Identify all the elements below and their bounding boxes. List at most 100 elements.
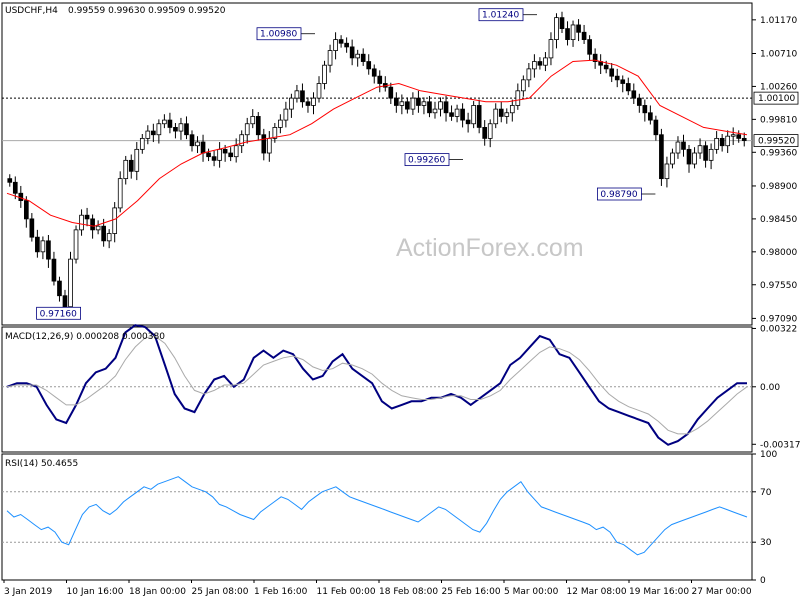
candle: [79, 209, 84, 236]
candle-body-down: [206, 152, 211, 158]
candle: [598, 54, 603, 74]
candle: [648, 105, 653, 125]
candle: [526, 63, 532, 88]
candle-body-up: [311, 97, 316, 106]
x-tick-label: 27 Mar 00:00: [692, 587, 752, 597]
candle: [664, 156, 670, 188]
candle-body-down: [653, 119, 659, 136]
candle-body-down: [559, 17, 565, 30]
x-tick-label: 1 Feb 16:00: [254, 587, 308, 597]
candle-body-up: [664, 163, 670, 180]
candle: [416, 90, 421, 113]
candle-body-up: [421, 101, 427, 106]
candle: [703, 141, 708, 168]
candle: [278, 114, 283, 134]
candle: [106, 229, 112, 249]
candle: [719, 133, 725, 152]
candle-body-up: [521, 79, 526, 92]
candle-body-up: [714, 137, 719, 150]
candle: [377, 70, 383, 93]
candle-body-up: [195, 141, 200, 147]
candle-body-down: [173, 127, 178, 132]
candle: [681, 134, 686, 157]
candle: [151, 123, 156, 143]
panel-frames: [1, 2, 753, 581]
x-tick-label: 18 Jan 00:00: [129, 587, 186, 597]
candle-body-up: [670, 152, 675, 165]
candle: [498, 101, 504, 123]
candle: [371, 64, 377, 84]
candle: [300, 83, 305, 108]
candle-body-down: [642, 105, 648, 114]
candle-body-up: [410, 97, 416, 110]
candle-body-up: [708, 148, 714, 161]
candle: [305, 97, 311, 113]
candle: [40, 236, 46, 260]
candle: [471, 101, 476, 129]
candle: [642, 99, 648, 122]
candle-body-up: [438, 101, 443, 110]
candle-body-down: [7, 178, 13, 183]
candle-body-up: [145, 130, 151, 139]
candle: [482, 120, 488, 146]
candle-body-down: [388, 86, 394, 99]
candle: [438, 97, 443, 117]
candle-body-down: [377, 75, 383, 84]
candle-body-down: [614, 75, 620, 81]
candle: [576, 19, 581, 42]
candle-body-down: [184, 123, 189, 136]
candle: [266, 131, 272, 162]
annotation-label: 0.99260: [408, 156, 445, 166]
candle-body-up: [134, 148, 140, 172]
candle: [316, 76, 322, 103]
rsi-axis-tick-label: 0: [760, 576, 766, 586]
candle-body-up: [355, 53, 361, 59]
candle: [156, 119, 162, 144]
candle: [443, 95, 449, 122]
candle-body-down: [609, 68, 615, 77]
candle: [7, 174, 13, 187]
rsi-axis-tick-label: 70: [760, 488, 772, 498]
candle: [349, 39, 355, 66]
candle-body-up: [509, 105, 515, 114]
macd-axis-tick-label: -0.003174: [760, 440, 800, 450]
candle-body-down: [449, 112, 454, 117]
candle-body-down: [587, 39, 592, 55]
candle: [504, 108, 510, 124]
candle-body-down: [300, 90, 305, 103]
candle-body-down: [537, 61, 543, 66]
macd-axis-tick-label: 0.00: [760, 383, 780, 393]
candle-body-up: [487, 123, 493, 139]
candle-body-up: [278, 119, 283, 128]
candle: [493, 103, 499, 129]
candle: [625, 77, 631, 96]
x-tick-label: 18 Feb 08:00: [379, 587, 438, 597]
candle-body-down: [344, 42, 349, 48]
candle: [581, 24, 587, 44]
candle: [460, 103, 465, 128]
candle-body-up: [294, 90, 300, 99]
candle: [554, 13, 559, 49]
candle: [123, 155, 129, 185]
candle-body-down: [189, 134, 195, 147]
candle: [410, 92, 416, 115]
candle: [51, 251, 57, 286]
candle-body-up: [178, 123, 184, 132]
candle-body-down: [35, 236, 40, 253]
rsi-axis-tick-label: 100: [760, 450, 777, 460]
candle: [73, 225, 79, 264]
candle: [272, 123, 278, 143]
candle: [211, 150, 217, 167]
candle-body-down: [719, 137, 725, 147]
price-axis-tick-label: 0.98000: [760, 248, 797, 258]
candle: [532, 54, 537, 78]
candle-body-up: [217, 148, 222, 161]
candle-body-up: [554, 17, 559, 40]
candle: [653, 115, 659, 141]
candle-body-up: [117, 178, 123, 209]
candle: [465, 112, 471, 133]
ohlc-header: 0.99559 0.99630 0.99509 0.99520: [68, 6, 226, 16]
candle: [570, 20, 576, 47]
candle-body-down: [360, 53, 366, 62]
candle: [333, 32, 338, 60]
